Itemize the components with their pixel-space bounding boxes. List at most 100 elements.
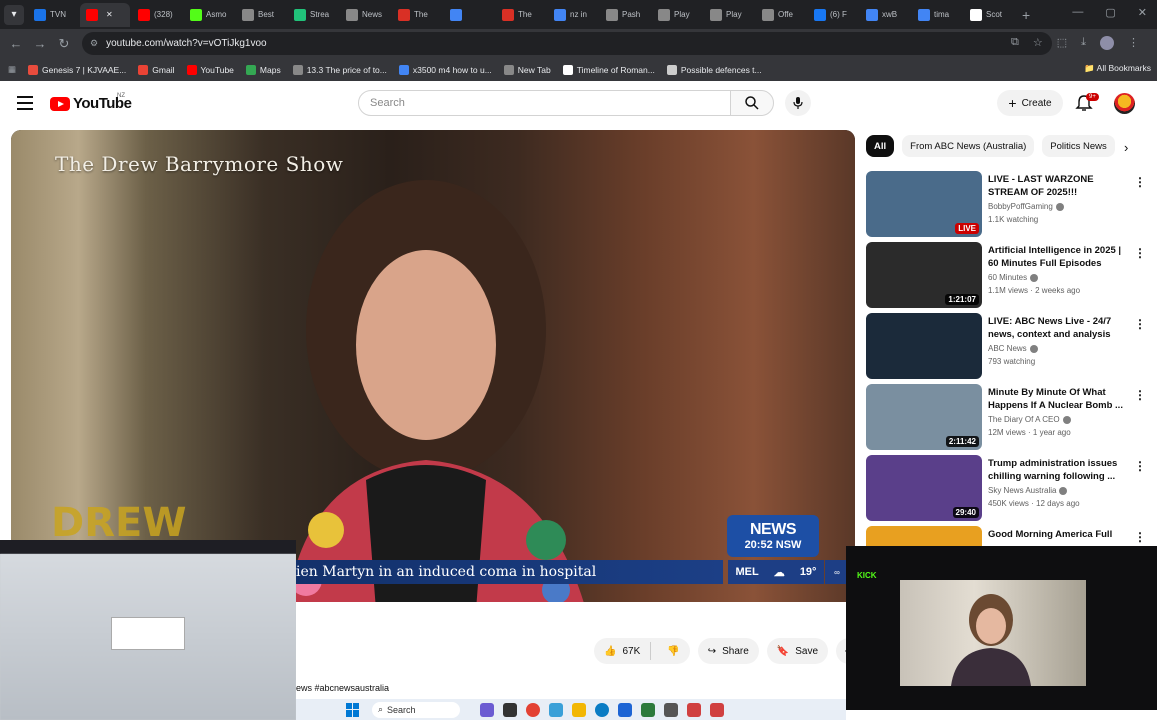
browser-tab[interactable]: (328) — [132, 3, 182, 27]
recommendation-item[interactable]: 1:21:07 Artificial Intelligence in 2025 |… — [866, 242, 1148, 308]
video-thumbnail[interactable]: 1:21:07 — [866, 242, 982, 308]
browser-tab[interactable]: The — [496, 3, 546, 27]
recommendation-item[interactable]: LIVE LIVE - LAST WARZONE STREAM OF 2025!!… — [866, 171, 1148, 237]
browser-tab[interactable]: TVN — [28, 3, 78, 27]
edge-icon[interactable] — [595, 702, 609, 717]
recommendation-channel[interactable]: BobbyPoffGaming — [988, 202, 1053, 211]
recommendation-item[interactable]: 29:40 Trump administration issues chillin… — [866, 455, 1148, 521]
like-button[interactable]: 👍 67K — [594, 642, 652, 660]
video-thumbnail[interactable]: 2:11:42 — [866, 384, 982, 450]
bookmark-item[interactable]: Timeline of Roman... — [562, 64, 655, 75]
search-input[interactable]: Search — [358, 90, 731, 116]
video-thumbnail[interactable]: 29:40 — [866, 455, 982, 521]
video-thumbnail[interactable] — [866, 313, 982, 379]
browser-tab[interactable]: Scot — [964, 3, 1014, 27]
recommendation-title[interactable]: Artificial Intelligence in 2025 | 60 Min… — [988, 244, 1128, 270]
app-icon[interactable] — [687, 702, 701, 717]
bookmark-item[interactable]: Genesis 7 | KJVAAE... — [28, 64, 126, 75]
back-button[interactable]: ← — [4, 36, 28, 51]
filter-chip[interactable]: From ABC News (Australia) — [902, 135, 1035, 157]
file-explorer-icon[interactable] — [572, 702, 586, 717]
bookmark-star-icon[interactable]: ☆ — [1033, 36, 1043, 50]
browser-tab[interactable]: tima — [912, 3, 962, 27]
share-button[interactable]: ↪ Share — [697, 638, 759, 664]
reload-button[interactable]: ↻ — [52, 36, 76, 52]
all-bookmarks[interactable]: 📁 All Bookmarks — [1084, 63, 1151, 74]
new-tab-button[interactable]: + — [1022, 7, 1030, 23]
minimize-icon[interactable]: — — [1072, 6, 1083, 19]
recommendation-item[interactable]: 2:11:42 Minute By Minute Of What Happens … — [866, 384, 1148, 450]
more-options-icon[interactable]: ⋮ — [1134, 530, 1146, 544]
recommendation-channel[interactable]: The Diary Of A CEO — [988, 415, 1060, 424]
bookmark-item[interactable]: Possible defences t... — [666, 64, 762, 75]
address-bar[interactable]: ⚙ youtube.com/watch?v=vOTiJkg1voo — [82, 32, 1052, 55]
extensions-icon[interactable]: ⬚ — [1057, 36, 1067, 50]
filter-chip[interactable]: All — [866, 135, 895, 157]
browser-tab[interactable]: Strea — [288, 3, 338, 27]
windows-start-icon[interactable] — [346, 702, 360, 717]
mail-icon[interactable] — [618, 702, 632, 717]
browser-tab[interactable]: Play — [704, 3, 754, 27]
more-options-icon[interactable]: ⋮ — [1134, 317, 1146, 331]
bookmark-item[interactable]: Gmail — [138, 64, 175, 75]
account-avatar[interactable] — [1114, 93, 1135, 114]
app-icon[interactable] — [549, 702, 563, 717]
browser-tab[interactable]: xwB — [860, 3, 910, 27]
maximize-icon[interactable]: ▢ — [1105, 6, 1115, 19]
more-options-icon[interactable]: ⋮ — [1134, 459, 1146, 473]
more-options-icon[interactable]: ⋮ — [1134, 388, 1146, 402]
bookmark-item[interactable]: x3500 m4 how to u... — [398, 64, 492, 75]
recommendation-title[interactable]: Minute By Minute Of What Happens If A Nu… — [988, 386, 1128, 412]
profile-avatar[interactable] — [1100, 36, 1114, 50]
recommendation-title[interactable]: Good Morning America Full — [988, 528, 1128, 541]
taskbar-search[interactable]: ⌕ Search — [372, 701, 460, 718]
recommendation-title[interactable]: Trump administration issues chilling war… — [988, 457, 1128, 483]
recommendation-channel[interactable]: 60 Minutes — [988, 273, 1027, 282]
forward-button[interactable]: → — [28, 36, 52, 51]
browser-tab[interactable]: Asmo — [184, 3, 234, 27]
chrome-icon[interactable] — [526, 702, 540, 717]
bookmark-item[interactable]: New Tab — [503, 64, 551, 75]
recommendation-channel[interactable]: Sky News Australia — [988, 486, 1056, 495]
search-button[interactable] — [730, 90, 774, 116]
widgets-icon[interactable] — [480, 702, 494, 717]
bookmark-item[interactable]: YouTube — [186, 64, 234, 75]
voice-search-button[interactable] — [785, 90, 811, 116]
create-button[interactable]: + Create — [997, 90, 1063, 116]
recommendation-item[interactable]: LIVE: ABC News Live - 24/7 news, context… — [866, 313, 1148, 379]
browser-tab[interactable]: Offe — [756, 3, 806, 27]
browser-tab[interactable]: The — [392, 3, 442, 27]
menu-icon[interactable]: ⋮ — [1128, 36, 1139, 50]
browser-tab[interactable] — [444, 3, 494, 27]
install-icon[interactable]: ⧉ — [1011, 36, 1019, 50]
close-window-icon[interactable]: ✕ — [1138, 6, 1147, 19]
tab-search-button[interactable]: ▾ — [4, 4, 24, 25]
browser-tab[interactable]: Play — [652, 3, 702, 27]
filter-chip[interactable]: Politics News — [1042, 135, 1115, 157]
browser-tab[interactable]: ✕ — [80, 2, 130, 27]
dislike-button[interactable]: 👎 — [657, 646, 689, 657]
downloads-icon[interactable]: ⤓ — [1081, 36, 1086, 50]
app-icon[interactable] — [664, 702, 678, 717]
app-icon[interactable] — [641, 702, 655, 717]
recommendation-channel[interactable]: ABC News — [988, 344, 1027, 353]
site-info-icon[interactable]: ⚙ — [90, 38, 98, 49]
save-button[interactable]: 🔖 Save — [766, 638, 829, 664]
bookmark-item[interactable]: Maps — [245, 64, 281, 75]
browser-tab[interactable]: Pash — [600, 3, 650, 27]
video-player[interactable]: The Drew Barrymore Show DREW NEWS 20:52 … — [11, 130, 855, 602]
video-thumbnail[interactable]: LIVE — [866, 171, 982, 237]
browser-tab[interactable]: nz in — [548, 3, 598, 27]
recommendation-title[interactable]: LIVE - LAST WARZONE STREAM OF 2025!!! — [988, 173, 1128, 199]
browser-tab[interactable]: Best — [236, 3, 286, 27]
apps-grid-icon[interactable]: ▦ — [8, 64, 16, 75]
more-options-icon[interactable]: ⋮ — [1134, 246, 1146, 260]
bookmark-item[interactable]: 13.3 The price of to... — [292, 64, 387, 75]
recommendation-title[interactable]: LIVE: ABC News Live - 24/7 news, context… — [988, 315, 1128, 341]
browser-tab[interactable]: (6) F — [808, 3, 858, 27]
app-icon[interactable] — [710, 702, 724, 717]
more-options-icon[interactable]: ⋮ — [1134, 175, 1146, 189]
chevron-right-icon[interactable]: › — [1124, 140, 1128, 155]
browser-tab[interactable]: News — [340, 3, 390, 27]
guide-menu-icon[interactable] — [17, 96, 33, 110]
